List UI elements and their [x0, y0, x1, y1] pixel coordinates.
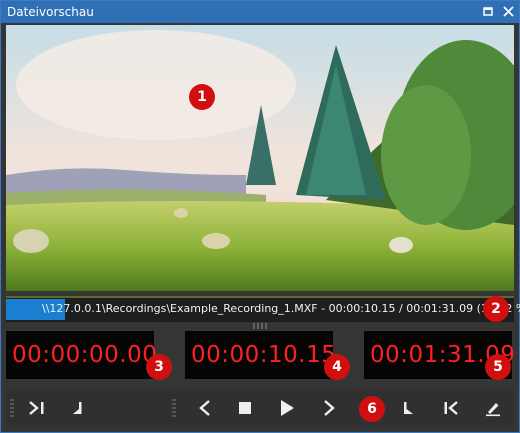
callout-marker-4: 4 [324, 354, 350, 380]
next-frame-icon[interactable] [316, 395, 342, 421]
toolbar-separator [172, 399, 176, 419]
callout-marker-2: 2 [483, 296, 509, 322]
title-bar[interactable]: Dateivorschau [1, 1, 519, 23]
play-icon[interactable] [274, 395, 300, 421]
video-preview[interactable] [6, 25, 514, 291]
edit-icon[interactable] [480, 395, 506, 421]
go-to-start-icon[interactable] [24, 395, 50, 421]
preview-window: Dateivorschau \\127.0.0.1\Recordings\Exa… [0, 0, 520, 433]
stop-icon[interactable] [232, 395, 258, 421]
mark-in-icon[interactable] [64, 395, 90, 421]
toolbar-grip [10, 399, 14, 419]
callout-marker-6: 6 [359, 396, 385, 422]
window-title: Dateivorschau [7, 5, 94, 19]
callout-marker-3: 3 [146, 354, 172, 380]
restore-icon[interactable] [481, 4, 495, 18]
timecode-current: 00:00:10.15 [185, 331, 336, 379]
go-to-end-icon[interactable] [438, 395, 464, 421]
close-icon[interactable] [501, 4, 515, 18]
progress-text: \\127.0.0.1\Recordings\Example_Recording… [42, 302, 520, 315]
mark-out-icon[interactable] [396, 395, 422, 421]
callout-marker-5: 5 [485, 354, 511, 380]
splitter-grip[interactable] [253, 323, 269, 329]
transport-controls [6, 389, 514, 427]
previous-frame-icon[interactable] [192, 395, 218, 421]
progress-bar[interactable]: \\127.0.0.1\Recordings\Example_Recording… [6, 296, 520, 322]
preview-frame-image [6, 25, 514, 291]
callout-marker-1: 1 [189, 84, 215, 110]
timecode-in: 00:00:00.00 [6, 331, 157, 379]
